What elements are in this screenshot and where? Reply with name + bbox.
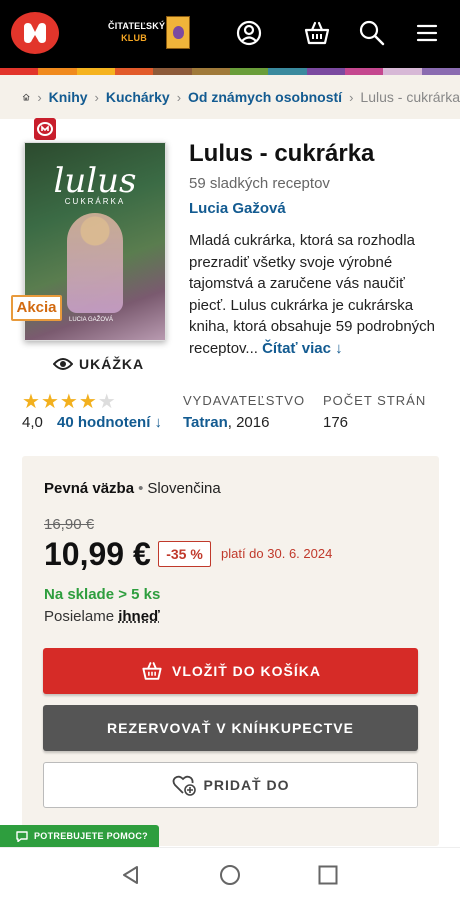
breadcrumb: › Knihy › Kuchárky › Od známych osobnost… (0, 75, 460, 119)
preview-label: UKÁŽKA (79, 356, 145, 372)
purchase-box: Pevná väzba • Slovenčina 16,90 € 10,99 € -… (22, 456, 439, 846)
publisher-value: Tatran, 2016 (183, 414, 269, 431)
stripe-segment (191, 68, 230, 75)
club-book-icon[interactable] (166, 16, 190, 49)
book-subtitle: 59 sladkých receptov (189, 175, 330, 192)
cover-subtitle: CUKRÁRKA (64, 197, 126, 206)
stripe-segment (344, 68, 384, 75)
stripe-segment (421, 68, 460, 75)
reserve-in-store-button[interactable]: REZERVOVAŤ V KNÍHKUPECTVE (43, 705, 418, 751)
stripe-segment (268, 68, 307, 75)
add-to-cart-button[interactable]: VLOŽIŤ DO KOŠÍKA (43, 648, 418, 694)
chevron-right-icon: › (37, 89, 42, 105)
breadcrumb-od-znamych-osobnosti[interactable]: Od známych osobností (188, 89, 342, 105)
stripe-segment (38, 68, 77, 75)
add-to-list-label: PRIDAŤ DO (203, 777, 290, 793)
stock-status: Na sklade > 5 ks (44, 586, 161, 603)
heart-plus-icon (172, 775, 196, 796)
basket-icon (142, 662, 162, 680)
add-to-list-button[interactable]: PRIDAŤ DO (43, 762, 418, 808)
star-filled-icon: ★ (40, 391, 59, 413)
book-description: Mladá cukrárka, ktorá sa rozhodla prezra… (189, 230, 444, 360)
format-line: Pevná väzba • Slovenčina (44, 480, 221, 497)
rating-line: 4,0 40 hodnotení ↓ (22, 414, 162, 431)
discount-badge: -35 % (158, 541, 211, 567)
breadcrumb-knihy[interactable]: Knihy (49, 89, 88, 105)
pages-heading: POČET STRÁN (323, 393, 427, 408)
pages-value: 176 (323, 414, 349, 431)
sale-badge: Akcia (11, 295, 62, 321)
star-empty-icon: ★ (97, 391, 116, 413)
shipping-when-link[interactable]: ihneď (118, 608, 160, 625)
top-bar: ČITATEĽSKÝ KLUB (0, 0, 460, 68)
brand-badge-icon (34, 118, 56, 140)
stripe-segment (76, 68, 115, 75)
club-label-line2: KLUB (121, 33, 147, 43)
description-text: Mladá cukrárka, ktorá sa rozhodla prezra… (189, 232, 436, 357)
stripe-segment (229, 68, 269, 75)
star-filled-icon: ★ (59, 391, 78, 413)
language-label: Slovenčina (147, 480, 221, 497)
home-icon[interactable] (22, 89, 30, 105)
chat-icon (16, 830, 28, 842)
basket-icon[interactable] (302, 18, 332, 48)
chevron-right-icon: › (349, 89, 354, 105)
stripe-segment (383, 68, 422, 75)
star-filled-icon: ★ (22, 391, 40, 413)
cover-photo (67, 213, 123, 313)
publisher-link[interactable]: Tatran (183, 414, 228, 431)
publisher-heading: VYDAVATEĽSTVO (183, 393, 306, 408)
eye-icon (53, 358, 73, 370)
old-price: 16,90 € (44, 516, 95, 533)
stripe-segment (0, 68, 39, 75)
rating-value: 4,0 (22, 414, 43, 431)
chevron-right-icon: › (176, 89, 182, 105)
read-more-link[interactable]: Čítať viac ↓ (262, 340, 343, 357)
binding-label: Pevná väzba (44, 480, 135, 497)
help-chat-button[interactable]: POTREBUJETE POMOC? (0, 825, 159, 847)
logo-icon[interactable] (10, 10, 60, 56)
system-navigation-bar (0, 847, 460, 902)
discount-validity: platí do 30. 6. 2024 (221, 546, 333, 561)
cover-author: LUCIA GAŽOVÁ (69, 317, 114, 323)
reserve-label: REZERVOVAŤ V KNÍHKUPECTVE (107, 720, 354, 736)
search-icon[interactable] (357, 18, 387, 48)
reading-club-label[interactable]: ČITATEĽSKÝ KLUB (108, 20, 166, 44)
menu-icon[interactable] (412, 18, 442, 48)
cover-title: lulus (53, 161, 137, 201)
help-label: POTREBUJETE POMOC? (34, 831, 148, 841)
chevron-right-icon: › (94, 89, 99, 105)
recent-apps-icon[interactable] (317, 864, 339, 886)
stripe-segment (114, 68, 154, 75)
bullet-separator: • (138, 480, 144, 497)
rating-count-link[interactable]: 40 hodnotení ↓ (57, 414, 162, 431)
breadcrumb-kucharky[interactable]: Kuchárky (106, 89, 170, 105)
color-stripe (0, 68, 460, 75)
book-title: Lulus - cukrárka (189, 140, 375, 167)
shipping-info: Posielame ihneď (44, 608, 160, 625)
stripe-segment (153, 68, 192, 75)
current-price: 10,99 € (44, 536, 151, 572)
star-filled-icon: ★ (78, 391, 97, 413)
user-icon[interactable] (234, 18, 264, 48)
publish-year: , 2016 (227, 414, 270, 431)
add-to-cart-label: VLOŽIŤ DO KOŠÍKA (172, 663, 321, 679)
home-circle-icon[interactable] (219, 864, 241, 886)
breadcrumb-current: Lulus - cukrárka (360, 89, 460, 105)
rating-stars: ★ ★ ★ ★ ★ (22, 392, 116, 412)
preview-button[interactable]: UKÁŽKA (53, 356, 144, 372)
book-author-link[interactable]: Lucia Gažová (189, 200, 286, 217)
club-label-line1: ČITATEĽSKÝ (108, 21, 166, 31)
stripe-segment (306, 68, 345, 75)
shipping-prefix: Posielame (44, 608, 119, 625)
back-icon[interactable] (120, 864, 142, 886)
